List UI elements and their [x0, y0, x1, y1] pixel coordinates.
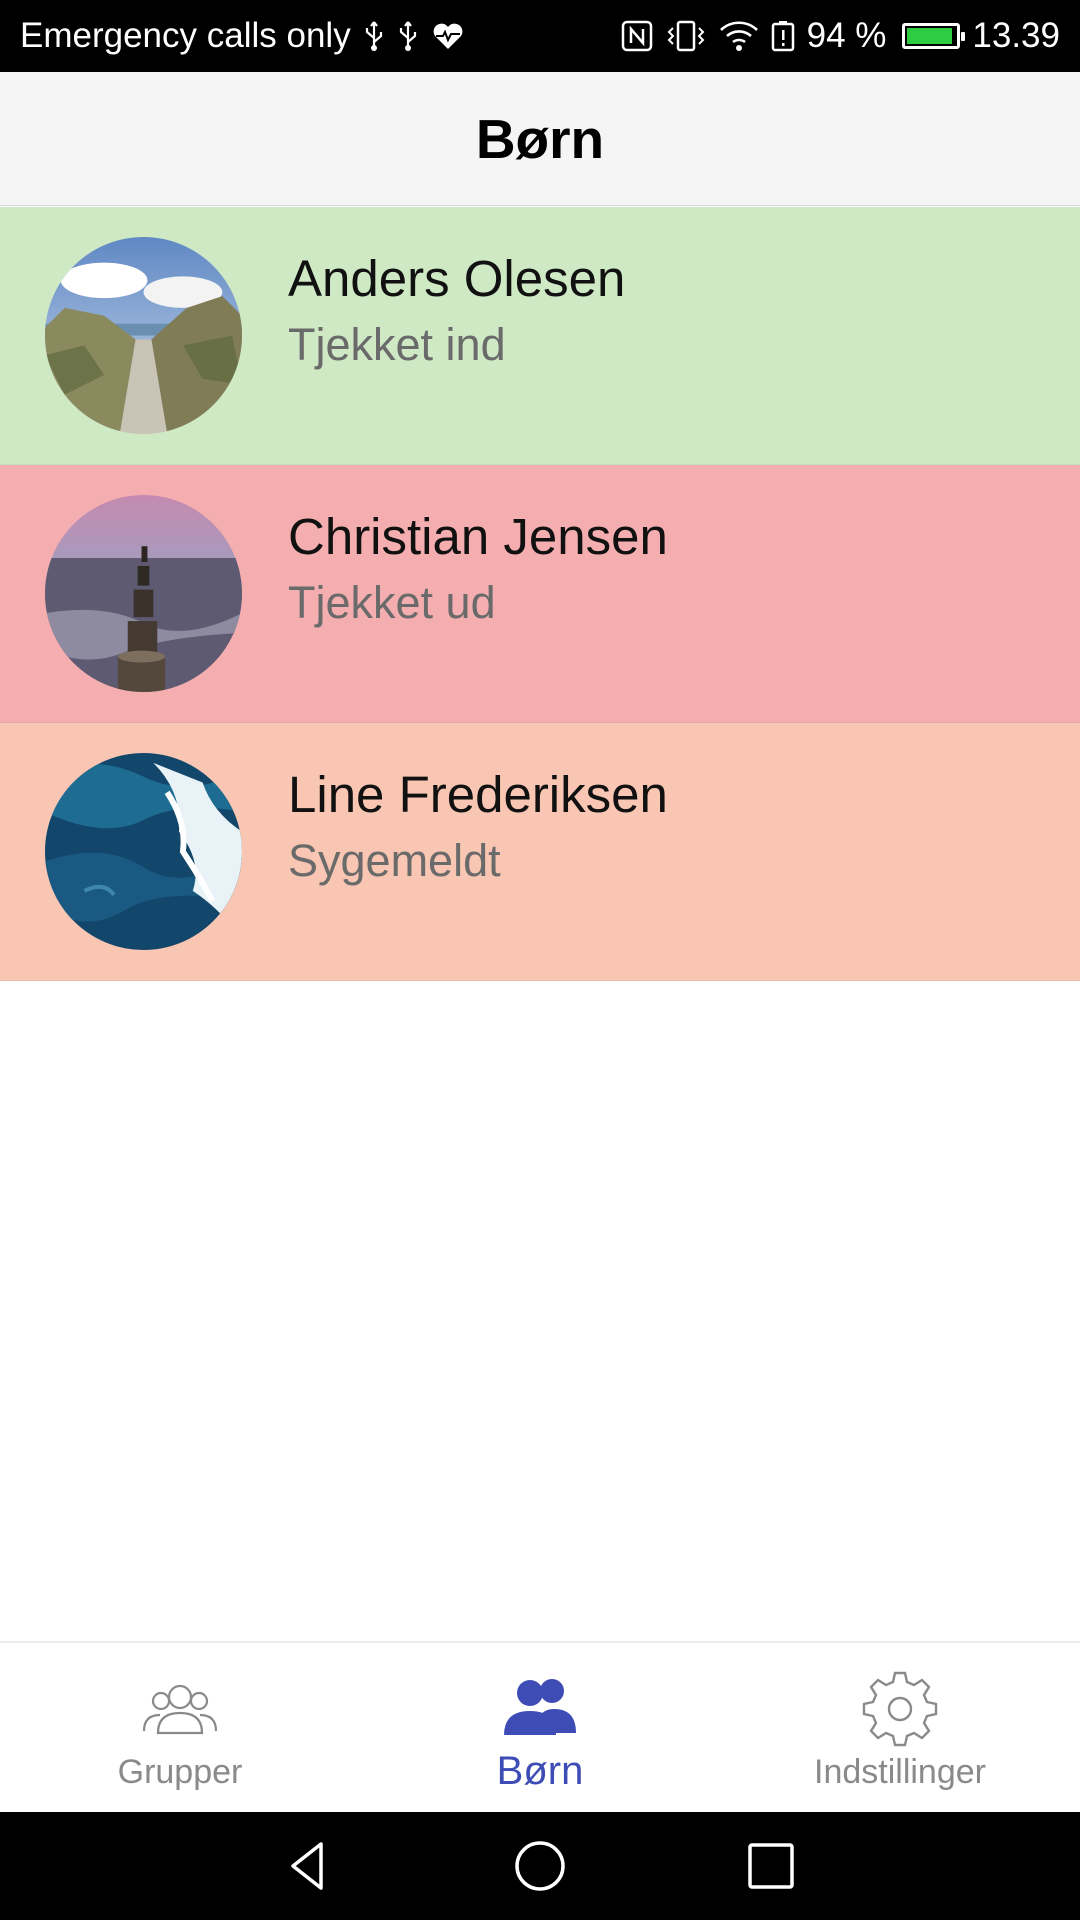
- avatar: [45, 753, 242, 950]
- tab-grupper[interactable]: Grupper: [0, 1643, 360, 1814]
- child-status: Tjekket ind: [288, 319, 506, 370]
- avatar: [45, 495, 242, 692]
- tab-born[interactable]: Børn: [360, 1643, 720, 1814]
- wifi-icon: [719, 20, 759, 52]
- child-name: Christian Jensen: [288, 508, 668, 565]
- usb-icon: [363, 20, 385, 52]
- system-nav-bar: [0, 1812, 1080, 1920]
- tab-label: Grupper: [117, 1753, 243, 1791]
- sea-pier-photo: [45, 495, 242, 692]
- child-status: Tjekket ud: [288, 577, 496, 628]
- child-name: Anders Olesen: [288, 250, 626, 307]
- child-name: Line Frederiksen: [288, 766, 668, 823]
- back-icon[interactable]: [281, 1838, 337, 1894]
- tab-label: Indstillinger: [814, 1753, 986, 1791]
- beach-path-photo: [45, 237, 242, 434]
- clock: 13.39: [972, 16, 1060, 55]
- status-bar-left: Emergency calls only: [20, 16, 465, 56]
- home-icon[interactable]: [512, 1838, 568, 1894]
- child-status: Sygemeldt: [288, 835, 501, 886]
- tab-label: Børn: [496, 1749, 584, 1793]
- status-bar: Emergency calls only 94 % 13.39: [0, 0, 1080, 72]
- child-row[interactable]: Christian Jensen Tjekket ud: [0, 465, 1080, 723]
- app-header: Børn: [0, 72, 1080, 206]
- child-row[interactable]: Line Frederiksen Sygemeldt: [0, 723, 1080, 981]
- usb-icon: [397, 20, 419, 52]
- carrier-text: Emergency calls only: [20, 16, 351, 55]
- heart-icon: [431, 21, 465, 51]
- ocean-waves-photo: [45, 753, 242, 950]
- children-icon: [500, 1667, 580, 1747]
- page-title: Børn: [475, 107, 605, 170]
- gear-icon: [860, 1667, 940, 1747]
- children-list: Anders Olesen Tjekket ind Christian Jens…: [0, 207, 1080, 981]
- battery-alert-icon: [771, 20, 795, 52]
- battery-percent: 94 %: [806, 16, 887, 55]
- group-icon: [140, 1667, 220, 1747]
- tab-indstillinger[interactable]: Indstillinger: [720, 1643, 1080, 1814]
- nfc-icon: [621, 20, 653, 52]
- recents-icon[interactable]: [743, 1838, 799, 1894]
- bottom-nav: Grupper Børn Indstillinger: [0, 1641, 1080, 1814]
- vibrate-icon: [665, 20, 707, 52]
- status-bar-right: 94 % 13.39: [621, 16, 1060, 56]
- battery-icon: [902, 23, 966, 49]
- battery-level: [907, 28, 953, 44]
- avatar: [45, 237, 242, 434]
- child-row[interactable]: Anders Olesen Tjekket ind: [0, 207, 1080, 465]
